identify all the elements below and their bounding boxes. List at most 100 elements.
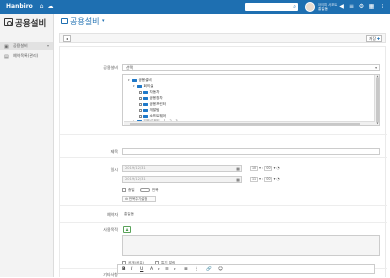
folder-icon bbox=[132, 78, 137, 82]
menu-icon[interactable]: ≡ bbox=[347, 3, 356, 11]
search-icon[interactable]: ⌕ bbox=[293, 3, 296, 11]
end-time-select[interactable]: 11 ▾ : 00 ▾ ◔ bbox=[250, 176, 280, 183]
home-icon[interactable]: ⌂ bbox=[37, 3, 46, 11]
end-hour-select[interactable]: 11 bbox=[250, 176, 258, 182]
underline-button[interactable]: U bbox=[140, 266, 143, 273]
sidebar: 공용설비 ▣ 공용설비 ▾ ▤ 예약목록(관리) bbox=[0, 14, 54, 277]
notes-label: 기타사항 bbox=[103, 272, 118, 277]
folder-icon bbox=[143, 108, 148, 112]
folder-icon bbox=[143, 90, 148, 94]
sidebar-item-equipment[interactable]: ▣ 공용설비 ▾ bbox=[0, 42, 53, 50]
equipment-row: 공용설비 선택 ▾ ▾ 공용설비 ▾ 회의실 자동차 공용창차 공용프린터 개발… bbox=[60, 47, 387, 135]
tree-checkbox[interactable] bbox=[139, 96, 142, 100]
save-button-label: 저장 bbox=[369, 36, 376, 41]
purpose-label: 사용목적 bbox=[103, 227, 118, 232]
tree-node[interactable]: ▾ 공용설비 bbox=[128, 78, 152, 83]
folder-icon bbox=[143, 102, 148, 106]
page-header: 공용설비 ▾ bbox=[55, 14, 390, 28]
unordered-list-button[interactable]: ⋮ bbox=[194, 266, 199, 273]
tree-node[interactable]: 공용프린터 bbox=[139, 102, 166, 107]
save-button[interactable]: 저장 ✚ bbox=[366, 35, 382, 42]
folder-icon bbox=[143, 96, 148, 100]
owner-value: 홍길동 bbox=[124, 212, 134, 216]
toolbar: ◂ 저장 ✚ bbox=[59, 33, 386, 43]
allday-label: 종일 bbox=[128, 188, 135, 192]
scrollbar-thumb[interactable] bbox=[130, 122, 360, 125]
subject-row: 제목 bbox=[60, 146, 387, 158]
page-title[interactable]: 공용설비 bbox=[70, 16, 99, 27]
owner-row: 예약자 홍길동 bbox=[60, 206, 387, 223]
sidebar-item-reservation-list[interactable]: ▤ 예약목록(관리) bbox=[0, 52, 53, 60]
cloud-icon[interactable]: ☁ bbox=[46, 3, 55, 11]
gear-icon: ⚙ bbox=[125, 197, 128, 201]
chevron-down-icon[interactable]: ▾ bbox=[47, 42, 49, 50]
period-label: 일시 bbox=[110, 167, 118, 172]
calendar-icon[interactable]: ▦ bbox=[236, 166, 240, 171]
align-button[interactable]: ≡ bbox=[165, 266, 169, 273]
settings-icon[interactable]: ⚙ bbox=[357, 3, 366, 11]
grid-icon[interactable]: ▦ bbox=[367, 3, 376, 11]
owner-label: 예약자 bbox=[106, 212, 118, 217]
equipment-tree[interactable]: ▾ 공용설비 ▾ 회의실 자동차 공용창차 공용프린터 개발팀 소프트웨어 ▲ … bbox=[122, 74, 380, 126]
user-name[interactable]: 홍길동 bbox=[318, 7, 328, 12]
allday-checkbox[interactable] bbox=[122, 188, 126, 192]
sidebar-item-label: 예약목록(관리) bbox=[13, 53, 39, 58]
tree-node[interactable]: ▾ 회의실 bbox=[133, 84, 153, 89]
calendar-icon bbox=[61, 18, 68, 24]
purpose-row: 사용목적 ♟ 공개(공유) 특기 알림 bbox=[60, 223, 387, 269]
calendar-icon: ▣ bbox=[4, 44, 9, 50]
equipment-select-value: 선택 bbox=[126, 65, 133, 70]
rich-text-toolbar: B I U A ▾ ≡ ▾ ≣ ⋮ 🔗 ☺ bbox=[117, 264, 375, 274]
search-input[interactable]: ⌕ bbox=[245, 3, 298, 11]
start-date-input[interactable]: 2019/12/31 ▦ bbox=[122, 165, 242, 172]
equipment-select[interactable]: 선택 ▾ bbox=[122, 64, 380, 71]
italic-button[interactable]: I bbox=[131, 266, 132, 273]
chevron-down-icon: ▾ bbox=[375, 65, 377, 70]
end-minute-select[interactable]: 00 bbox=[264, 176, 273, 182]
purpose-textarea[interactable] bbox=[122, 235, 380, 256]
calendar-icon[interactable]: ▦ bbox=[236, 177, 240, 182]
add-user-icon[interactable]: ♟ bbox=[123, 226, 131, 233]
tree-checkbox[interactable] bbox=[139, 102, 142, 106]
tree-vertical-scrollbar[interactable]: ▲ ▼ bbox=[374, 75, 379, 125]
plus-icon: ✚ bbox=[376, 36, 380, 41]
tree-node[interactable]: 개발팀 bbox=[139, 108, 159, 113]
calendar-clock-icon bbox=[4, 18, 13, 26]
chevron-down-icon[interactable]: ▾ bbox=[174, 266, 176, 273]
scroll-down-icon[interactable]: ▼ bbox=[375, 122, 379, 125]
subject-input[interactable] bbox=[122, 148, 380, 155]
end-date-input[interactable]: 2019/12/31 ▦ bbox=[122, 176, 242, 183]
emoji-icon[interactable]: ☺ bbox=[218, 266, 223, 273]
clock-icon: ◔ bbox=[276, 177, 280, 181]
back-button[interactable]: ◂ bbox=[63, 35, 71, 42]
apps-icon[interactable]: ⁝ bbox=[378, 3, 387, 11]
start-minute-select[interactable]: 00 bbox=[264, 165, 273, 171]
font-color-button[interactable]: A bbox=[150, 266, 153, 273]
start-time-select[interactable]: 10 ▾ : 00 ▾ ◔ bbox=[250, 165, 280, 172]
sidebar-title: 공용설비 bbox=[15, 19, 47, 29]
repeat-toggle-label: 반복 bbox=[152, 188, 159, 192]
ordered-list-button[interactable]: ≣ bbox=[184, 266, 188, 273]
sidebar-item-label: 공용설비 bbox=[13, 43, 28, 48]
link-icon[interactable]: 🔗 bbox=[206, 266, 212, 273]
tree-horizontal-scrollbar[interactable] bbox=[124, 121, 375, 125]
tree-checkbox[interactable] bbox=[139, 114, 142, 118]
start-hour-select[interactable]: 10 bbox=[250, 165, 258, 171]
folder-icon bbox=[143, 114, 148, 118]
chevron-down-icon[interactable]: ▾ bbox=[102, 18, 105, 24]
bell-icon[interactable]: ◀ bbox=[337, 3, 346, 11]
tree-node[interactable]: 자동차 bbox=[139, 90, 159, 95]
tree-checkbox[interactable] bbox=[139, 108, 142, 112]
avatar[interactable] bbox=[305, 2, 315, 12]
chevron-down-icon[interactable]: ▾ bbox=[158, 266, 160, 273]
scrollbar-thumb[interactable] bbox=[376, 78, 379, 122]
tree-node[interactable]: 공용창차 bbox=[139, 96, 163, 101]
subject-label: 제목 bbox=[110, 149, 118, 154]
app-logo[interactable]: Hanbiro bbox=[6, 3, 33, 10]
tree-checkbox[interactable] bbox=[139, 90, 142, 94]
folder-icon bbox=[137, 84, 142, 88]
equipment-label: 공용설비 bbox=[103, 65, 118, 70]
repeat-settings-button[interactable]: ⚙ 반복주기설정 bbox=[122, 196, 156, 202]
repeat-toggle[interactable] bbox=[140, 188, 150, 192]
bold-button[interactable]: B bbox=[122, 266, 126, 273]
